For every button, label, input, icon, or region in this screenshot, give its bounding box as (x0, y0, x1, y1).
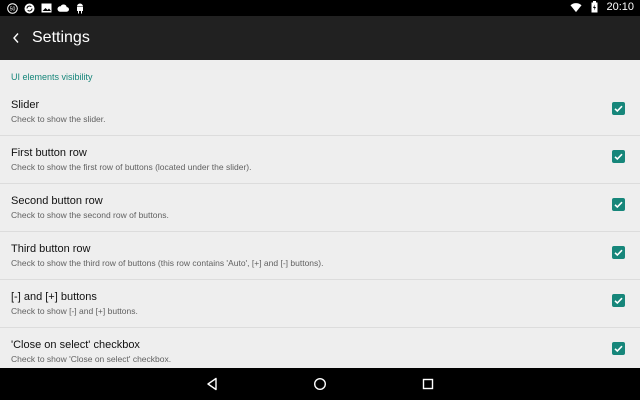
setting-title: Slider (11, 99, 40, 111)
setting-title: Third button row (11, 243, 91, 255)
setting-summary: Check to show the third row of buttons (… (11, 258, 324, 268)
badge-50-icon: 50 (6, 2, 18, 14)
setting-row-plus-minus-buttons[interactable]: [-] and [+] buttons Check to show [-] an… (0, 280, 640, 328)
setting-row-third-button-row[interactable]: Third button row Check to show the third… (0, 232, 640, 280)
setting-title: First button row (11, 147, 87, 159)
check-icon (614, 345, 623, 353)
check-icon (614, 153, 623, 161)
settings-list: UI elements visibility Slider Check to s… (0, 60, 640, 368)
page-title: Settings (32, 29, 90, 46)
setting-title: Second button row (11, 195, 103, 207)
plus-minus-buttons-checkbox[interactable] (612, 294, 625, 307)
android-icon (74, 2, 86, 14)
status-right: 20:10 (570, 1, 634, 13)
first-button-row-checkbox[interactable] (612, 150, 625, 163)
setting-row-slider[interactable]: Slider Check to show the slider. (0, 88, 640, 136)
close-on-select-checkbox[interactable] (612, 342, 625, 355)
setting-row-second-button-row[interactable]: Second button row Check to show the seco… (0, 184, 640, 232)
status-bar: 50 20:10 (0, 0, 640, 16)
svg-text:50: 50 (9, 6, 15, 12)
slider-checkbox[interactable] (612, 102, 625, 115)
third-button-row-checkbox[interactable] (612, 246, 625, 259)
setting-summary: Check to show the first row of buttons (… (11, 162, 252, 172)
section-header: UI elements visibility (11, 72, 93, 82)
check-icon (614, 297, 623, 305)
setting-title: 'Close on select' checkbox (11, 339, 140, 351)
wifi-icon (570, 1, 583, 13)
setting-row-first-button-row[interactable]: First button row Check to show the first… (0, 136, 640, 184)
back-arrow-icon[interactable] (10, 30, 22, 46)
cloud-icon (57, 2, 69, 14)
check-icon (614, 249, 623, 257)
second-button-row-checkbox[interactable] (612, 198, 625, 211)
check-icon (614, 105, 623, 113)
status-left-icons: 50 (6, 2, 86, 14)
setting-row-close-on-select[interactable]: 'Close on select' checkbox Check to show… (0, 328, 640, 368)
battery-icon (588, 1, 600, 13)
sync-icon (23, 2, 35, 14)
setting-title: [-] and [+] buttons (11, 291, 97, 303)
app-bar: Settings (0, 16, 640, 60)
check-icon (614, 201, 623, 209)
recents-square-icon[interactable] (419, 375, 437, 393)
setting-summary: Check to show the slider. (11, 114, 106, 124)
back-triangle-icon[interactable] (203, 375, 221, 393)
home-circle-icon[interactable] (311, 375, 329, 393)
navigation-bar (0, 368, 640, 400)
setting-summary: Check to show [-] and [+] buttons. (11, 306, 138, 316)
setting-summary: Check to show 'Close on select' checkbox… (11, 354, 172, 364)
status-time: 20:10 (606, 1, 634, 13)
image-icon (40, 2, 52, 14)
setting-summary: Check to show the second row of buttons. (11, 210, 169, 220)
